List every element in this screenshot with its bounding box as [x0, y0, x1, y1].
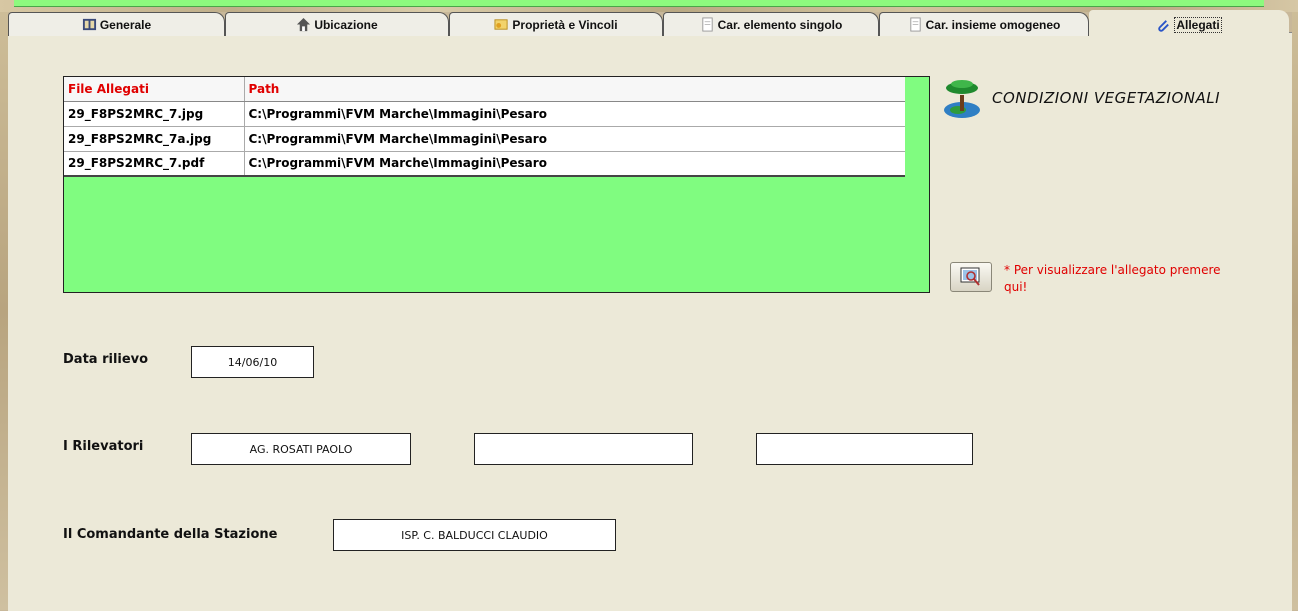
- tab-proprieta-vincoli[interactable]: Proprietà e Vincoli: [449, 12, 663, 36]
- path-cell[interactable]: C:\Programmi\FVM Marche\Immagini\Pesaro: [244, 126, 905, 152]
- table-row[interactable]: 29_F8PS2MRC_7a.jpg C:\Programmi\FVM Marc…: [64, 126, 905, 152]
- file-name-cell[interactable]: 29_F8PS2MRC_7a.jpg: [64, 126, 245, 152]
- comandante-label: Il Comandante della Stazione: [63, 527, 278, 542]
- book-icon: [82, 18, 96, 31]
- tab-generale[interactable]: Generale: [8, 12, 225, 36]
- column-header-file[interactable]: File Allegati: [64, 77, 245, 102]
- tab-allegati[interactable]: Allegati: [1089, 10, 1289, 40]
- data-rilievo-field[interactable]: 14/06/10: [191, 346, 314, 378]
- tree-globe-icon: [944, 80, 980, 118]
- home-icon: [297, 17, 311, 32]
- tab-label: Car. insieme omogeneo: [925, 17, 1061, 32]
- path-cell[interactable]: C:\Programmi\FVM Marche\Immagini\Pesaro: [244, 151, 905, 177]
- rilevatore-field-2[interactable]: [474, 433, 693, 465]
- right-edge: [1292, 12, 1298, 610]
- tab-car-elemento-singolo[interactable]: Car. elemento singolo: [663, 12, 879, 36]
- table-header-row: File Allegati Path: [64, 77, 905, 102]
- rilevatore-field-3[interactable]: [756, 433, 973, 465]
- column-header-path[interactable]: Path: [244, 77, 905, 102]
- file-name-cell[interactable]: 29_F8PS2MRC_7.pdf: [64, 151, 245, 177]
- table-row[interactable]: 29_F8PS2MRC_7.pdf C:\Programmi\FVM March…: [64, 151, 905, 177]
- tab-label: Allegati: [1174, 17, 1222, 33]
- path-cell[interactable]: C:\Programmi\FVM Marche\Immagini\Pesaro: [244, 101, 905, 127]
- magnifier-screen-icon: [960, 267, 980, 286]
- document-icon: [701, 17, 713, 32]
- file-name-cell[interactable]: 29_F8PS2MRC_7.jpg: [64, 101, 245, 127]
- attachments-grid[interactable]: File Allegati Path 29_F8PS2MRC_7.jpg C:\…: [63, 76, 930, 293]
- tab-label: Generale: [99, 17, 152, 32]
- table-row[interactable]: 29_F8PS2MRC_7.jpg C:\Programmi\FVM March…: [64, 101, 905, 127]
- top-green-bar: [14, 0, 1264, 7]
- view-attachment-note: * Per visualizzare l'allegato premere qu…: [1004, 263, 1221, 294]
- paperclip-icon: [1158, 19, 1170, 32]
- tab-bar: Generale Ubicazione Proprietà e Vincoli …: [8, 8, 1292, 40]
- tab-label: Car. elemento singolo: [717, 17, 843, 32]
- tab-label: Ubicazione: [314, 17, 378, 32]
- certificate-icon: [494, 19, 509, 30]
- left-edge: [0, 12, 8, 610]
- tab-ubicazione[interactable]: Ubicazione: [225, 12, 449, 36]
- rilevatori-label: I Rilevatori: [63, 439, 144, 454]
- tab-car-insieme-omogeneo[interactable]: Car. insieme omogeneo: [879, 12, 1089, 36]
- view-attachment-button[interactable]: [950, 262, 992, 292]
- section-title: CONDIZIONI VEGETAZIONALI: [992, 89, 1221, 107]
- attachments-table: File Allegati Path 29_F8PS2MRC_7.jpg C:\…: [64, 77, 905, 177]
- tab-label: Proprietà e Vincoli: [512, 17, 618, 32]
- data-rilievo-label: Data rilievo: [63, 352, 149, 367]
- comandante-field[interactable]: ISP. C. BALDUCCI CLAUDIO: [333, 519, 616, 551]
- rilevatore-field-1[interactable]: AG. ROSATI PAOLO: [191, 433, 411, 465]
- document-icon: [909, 17, 921, 32]
